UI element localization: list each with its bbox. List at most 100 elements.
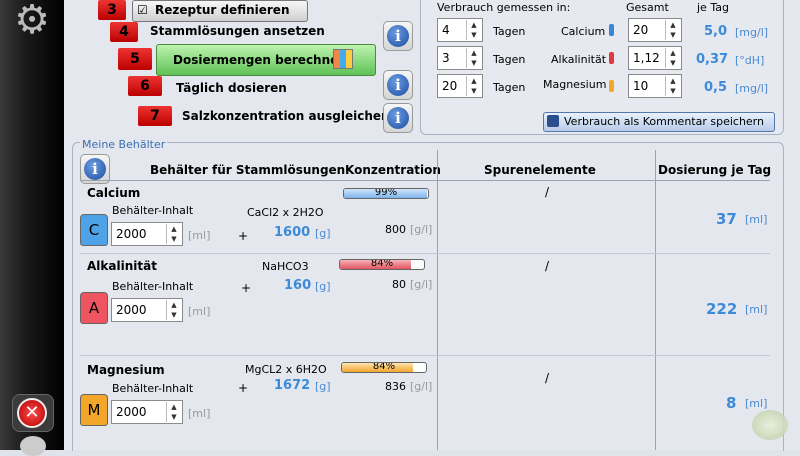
volume-spinner[interactable]: 2000 ▲ ▼ xyxy=(111,400,183,424)
dose-unit: [ml] xyxy=(745,397,768,410)
calculator-icon xyxy=(333,49,353,69)
concentration-bar: 99% xyxy=(343,188,429,199)
step-label: Dosiermengen berechnen xyxy=(173,53,347,67)
plus-sign: + xyxy=(241,281,252,295)
header-containers: Behälter für Stammlösungen xyxy=(150,163,346,177)
floppy-disk-icon xyxy=(547,115,559,127)
volume-spinner[interactable]: 2000 ▲ ▼ xyxy=(111,222,183,246)
canister-icon: M xyxy=(80,394,108,426)
divider xyxy=(80,180,770,181)
concentration-unit: [g/l] xyxy=(410,278,433,291)
days-spinner[interactable]: 20 ▲ ▼ xyxy=(437,74,483,98)
plus-sign: + xyxy=(238,381,249,395)
dose-value: 37 xyxy=(716,210,737,228)
trace-value: / xyxy=(545,371,550,385)
dose-value: 222 xyxy=(706,300,738,318)
save-button-label: Verbrauch als Kommentar speichern xyxy=(564,115,764,128)
unit-label: [mg/l] xyxy=(735,82,769,95)
info-button[interactable]: i xyxy=(383,70,413,100)
compound-name: CaCl2 x 2H2O xyxy=(247,206,324,219)
total-spinner[interactable]: 1,12 ▲ ▼ xyxy=(628,46,682,70)
total-spinner[interactable]: 20 ▲ ▼ xyxy=(628,18,682,42)
save-consumption-button[interactable]: Verbrauch als Kommentar speichern xyxy=(543,112,775,132)
close-icon: ✕ xyxy=(17,398,47,428)
element-name: Calcium xyxy=(561,25,606,38)
divider xyxy=(437,150,438,450)
checklist-icon: ☑ xyxy=(137,3,148,17)
concentration-gl: 836 xyxy=(385,380,406,393)
canister-icon: A xyxy=(80,292,108,324)
container-name: Alkalinität xyxy=(87,259,157,273)
info-icon: i xyxy=(387,74,409,96)
dose-unit: [ml] xyxy=(745,213,768,226)
volume-unit: [ml] xyxy=(188,229,211,242)
dose-value: 8 xyxy=(726,394,737,412)
concentration-bar: 84% xyxy=(341,362,427,373)
logo-icon xyxy=(752,410,788,440)
step-label[interactable]: Stammlösungen ansetzen xyxy=(150,24,325,38)
unit-label: [mg/l] xyxy=(735,26,769,39)
concentration-unit: [g/l] xyxy=(410,223,433,236)
container-name: Magnesium xyxy=(87,363,165,377)
step-label: Rezeptur definieren xyxy=(155,3,290,17)
header-trace-elements: Spurenelemente xyxy=(484,163,596,177)
step-button-calculate[interactable]: Dosiermengen berechnen xyxy=(156,44,376,76)
test-tube-icon xyxy=(609,52,614,64)
amount-unit: [g] xyxy=(315,280,331,293)
step-number: 3 xyxy=(98,0,126,20)
total-spinner[interactable]: 10 ▲ ▼ xyxy=(628,74,682,98)
compound-name: NaHCO3 xyxy=(262,260,309,273)
sidebar xyxy=(0,0,64,450)
amount-value: 1672 xyxy=(274,378,311,393)
days-unit: Tagen xyxy=(493,25,526,38)
content-label: Behälter-Inhalt xyxy=(112,280,194,293)
volume-spinner[interactable]: 2000 ▲ ▼ xyxy=(111,298,183,322)
header-dose-per-day: Dosierung je Tag xyxy=(658,163,772,177)
amount-value: 1600 xyxy=(274,225,311,240)
days-spinner[interactable]: 3 ▲ ▼ xyxy=(437,46,483,70)
volume-unit: [ml] xyxy=(188,305,211,318)
per-day-label: je Tag xyxy=(697,1,729,14)
step-label[interactable]: Salzkonzentration ausgleichen xyxy=(182,109,390,123)
days-spinner[interactable]: 4 ▲ ▼ xyxy=(437,18,483,42)
info-button[interactable]: i xyxy=(383,21,413,51)
close-button[interactable]: ✕ xyxy=(12,394,54,432)
gear-icon[interactable]: ⚙ xyxy=(9,0,55,40)
gear-icon[interactable] xyxy=(20,436,46,456)
info-button[interactable]: i xyxy=(383,103,413,133)
concentration-bar: 84% xyxy=(339,259,425,270)
step-number: 7 xyxy=(138,106,172,126)
step-button-recipe[interactable]: ☑ Rezeptur definieren xyxy=(132,0,308,22)
container-name: Calcium xyxy=(87,186,141,200)
info-icon: i xyxy=(387,107,409,129)
per-day-value: 0,37 xyxy=(696,52,729,67)
concentration-gl: 80 xyxy=(392,278,406,291)
days-unit: Tagen xyxy=(493,81,526,94)
info-icon: i xyxy=(387,25,409,47)
volume-unit: [ml] xyxy=(188,407,211,420)
step-number: 4 xyxy=(110,22,138,42)
step-number: 6 xyxy=(128,76,162,96)
total-label: Gesamt xyxy=(626,1,669,14)
unit-label: [°dH] xyxy=(735,54,765,67)
test-tube-icon xyxy=(609,80,614,92)
test-tube-icon xyxy=(609,24,614,36)
step-label[interactable]: Täglich dosieren xyxy=(176,81,287,95)
dose-unit: [ml] xyxy=(745,303,768,316)
content-label: Behälter-Inhalt xyxy=(112,204,194,217)
divider xyxy=(80,355,770,356)
header-concentration: Konzentration xyxy=(345,163,441,177)
amount-unit: [g] xyxy=(315,227,331,240)
step-number: 5 xyxy=(118,48,152,70)
content-label: Behälter-Inhalt xyxy=(112,382,194,395)
element-name: Alkalinität xyxy=(551,53,607,66)
canister-icon: C xyxy=(80,214,108,246)
concentration-gl: 800 xyxy=(385,223,406,236)
trace-value: / xyxy=(545,185,550,199)
per-day-value: 0,5 xyxy=(704,80,728,95)
trace-value: / xyxy=(545,259,550,273)
days-unit: Tagen xyxy=(493,53,526,66)
plus-sign: + xyxy=(238,229,249,243)
divider xyxy=(655,150,656,450)
measured-label: Verbrauch gemessen in: xyxy=(437,1,571,14)
